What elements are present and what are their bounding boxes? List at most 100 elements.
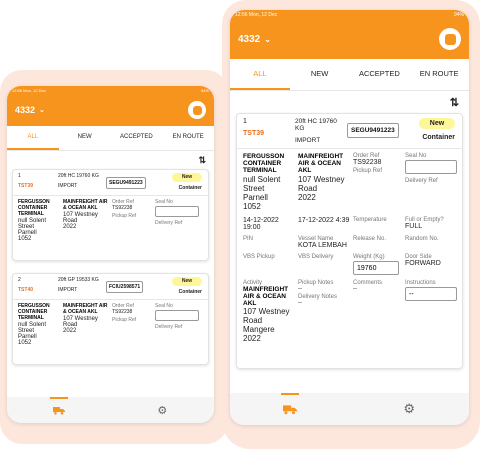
- activity-address-4: 2022: [243, 334, 261, 343]
- weight-label: Weight (Kg): [353, 254, 385, 260]
- activity-address-2: Road: [243, 316, 263, 325]
- order-ref-value: TS92238: [353, 159, 382, 166]
- job-card[interactable]: 1 TST39 20ft HC 19760 KG IMPORT SEGU9491…: [12, 169, 209, 261]
- seal-no-label: Seal No: [405, 153, 427, 159]
- delivery-ref-label: Delivery Ref: [155, 324, 183, 330]
- job-card[interactable]: 2 TST40 20ft GP 19533 KG IMPORT FCIU2598…: [12, 273, 209, 365]
- delivery-address-3: 2022: [63, 224, 77, 230]
- comments-value: --: [353, 286, 357, 292]
- status-badge: New: [172, 173, 202, 182]
- container-type: 20ft GP 19533 KG: [58, 277, 99, 283]
- user-icon: [444, 33, 456, 45]
- pickup-ref-label: Pickup Ref: [353, 168, 383, 174]
- pickup-ref-label: Pickup Ref: [112, 213, 137, 219]
- tab-accepted[interactable]: ACCEPTED: [350, 59, 410, 90]
- temperature-label: Temperature: [353, 217, 387, 223]
- job-id: TST40: [18, 287, 34, 293]
- job-card-expanded[interactable]: 1 TST39 20ft HC 19760 KG IMPORT SEGU9491…: [236, 113, 463, 369]
- delivery-address-1: 107 Westney: [298, 175, 345, 184]
- weight-input[interactable]: 19760: [353, 261, 399, 275]
- nav-jobs[interactable]: [230, 393, 350, 425]
- release-no-label: Release No.: [353, 236, 387, 242]
- move-type: IMPORT: [58, 183, 78, 189]
- user-button[interactable]: [188, 101, 206, 119]
- depot-selector[interactable]: 4332 ⌄: [15, 105, 45, 115]
- sort-filter-icon[interactable]: ⇅: [450, 96, 459, 113]
- tab-en-route[interactable]: EN ROUTE: [409, 59, 469, 90]
- vbs-delivery-label: VBS Delivery: [298, 254, 334, 260]
- door-side-value: FORWARD: [405, 260, 441, 267]
- seal-no-input[interactable]: [155, 310, 199, 321]
- depot-label: 4332: [15, 105, 36, 115]
- seal-no-label: Seal No: [155, 199, 173, 205]
- tab-en-route[interactable]: EN ROUTE: [162, 126, 214, 150]
- job-id: TST39: [243, 130, 265, 137]
- pickup-address-4: 1052: [243, 202, 261, 211]
- delivery-location: MAINFREIGHT AIR & OCEAN AKL: [63, 199, 108, 211]
- tab-accepted[interactable]: ACCEPTED: [111, 126, 163, 150]
- job-number: 1: [18, 173, 21, 179]
- pickup-location: FERGUSSON CONTAINER TERMINAL: [18, 303, 50, 321]
- job-category: Container: [422, 134, 455, 141]
- order-ref-value: TS92238: [112, 309, 133, 315]
- delivery-date: 17-12-2022 4:39: [298, 217, 350, 224]
- nav-jobs[interactable]: [7, 397, 111, 423]
- tab-all[interactable]: ALL: [7, 126, 59, 150]
- container-number: SEGU9491223: [347, 123, 399, 138]
- user-button[interactable]: [439, 28, 461, 50]
- filter-row: ⇅: [7, 151, 214, 169]
- delivery-location: MAINFREIGHT AIR & OCEAN AKL: [63, 303, 108, 315]
- activity-address-1: 107 Westney: [243, 307, 290, 316]
- seal-no-label: Seal No: [155, 303, 173, 309]
- activity-location: MAINFREIGHT AIR & OCEAN AKL: [243, 286, 289, 307]
- status-battery: 94%: [200, 87, 209, 93]
- status-badge: New: [172, 277, 202, 286]
- app-bar: 4332 ⌄: [7, 94, 214, 126]
- tab-new[interactable]: NEW: [59, 126, 111, 150]
- activity-address-3: Mangere: [243, 325, 275, 334]
- phone-left: 12:56 Mon, 12 Dec 94% 4332 ⌄ ALL NEW ACC…: [7, 86, 214, 423]
- nav-settings[interactable]: ⚙: [111, 397, 215, 423]
- job-card-header: 1 TST39 20ft HC 19760 KG IMPORT SEGU9491…: [13, 170, 208, 196]
- status-tabs: ALL NEW ACCEPTED EN ROUTE: [7, 126, 214, 151]
- bottom-nav: ⚙: [230, 393, 469, 425]
- order-ref-value: TS92238: [112, 205, 133, 211]
- status-bar: 12:56 Mon, 12 Dec 94%: [7, 86, 214, 94]
- instructions-input[interactable]: --: [405, 287, 457, 301]
- tab-new[interactable]: NEW: [290, 59, 350, 90]
- job-card-header: 2 TST40 20ft GP 19533 KG IMPORT FCIU2598…: [13, 274, 208, 300]
- nav-settings[interactable]: ⚙: [350, 393, 470, 425]
- chevron-down-icon: ⌄: [39, 107, 45, 114]
- stage: 12:56 Mon, 12 Dec 94% 4332 ⌄ ALL NEW ACC…: [0, 0, 480, 449]
- delivery-ref-label: Delivery Ref: [155, 220, 183, 226]
- user-icon: [192, 105, 202, 115]
- delivery-location: MAINFREIGHT AIR & OCEAN AKL: [298, 153, 344, 174]
- job-category: Container: [178, 185, 202, 191]
- delivery-address-3: 2022: [298, 193, 316, 202]
- move-type: IMPORT: [58, 287, 78, 293]
- container-type: 20ft HC 19760 KG: [58, 173, 99, 179]
- sort-filter-icon[interactable]: ⇅: [198, 155, 206, 169]
- depot-selector[interactable]: 4332 ⌄: [238, 34, 271, 45]
- chevron-down-icon: ⌄: [264, 34, 271, 44]
- seal-no-input[interactable]: [405, 160, 457, 174]
- job-card-body: FERGUSSON CONTAINER TERMINAL null Solent…: [237, 149, 462, 211]
- pickup-notes-value: --: [298, 286, 302, 292]
- truck-icon: [52, 406, 65, 415]
- seal-no-input[interactable]: [155, 206, 199, 217]
- pickup-date: 14-12-2022 19:00: [243, 217, 279, 231]
- job-card-body: FERGUSSON CONTAINER TERMINAL null Solent…: [13, 300, 208, 349]
- pickup-location: FERGUSSON CONTAINER TERMINAL: [243, 153, 285, 174]
- status-bar: 12:56 Mon, 12 Dec 94%: [230, 10, 469, 19]
- container-number: FCIU2598571: [106, 281, 144, 293]
- container-type: 20ft HC 19760 KG: [295, 118, 337, 132]
- filter-row: ⇅: [230, 91, 469, 113]
- gear-icon: ⚙: [403, 401, 416, 416]
- pickup-address-4: 1052: [18, 236, 32, 242]
- tab-all[interactable]: ALL: [230, 59, 290, 90]
- job-card-header: 1 TST39 20ft HC 19760 KG IMPORT SEGU9491…: [237, 114, 462, 149]
- status-time: 12:56 Mon, 12 Dec: [12, 87, 46, 93]
- gear-icon: ⚙: [157, 404, 168, 417]
- bottom-nav: ⚙: [7, 397, 214, 423]
- job-category: Container: [178, 289, 202, 295]
